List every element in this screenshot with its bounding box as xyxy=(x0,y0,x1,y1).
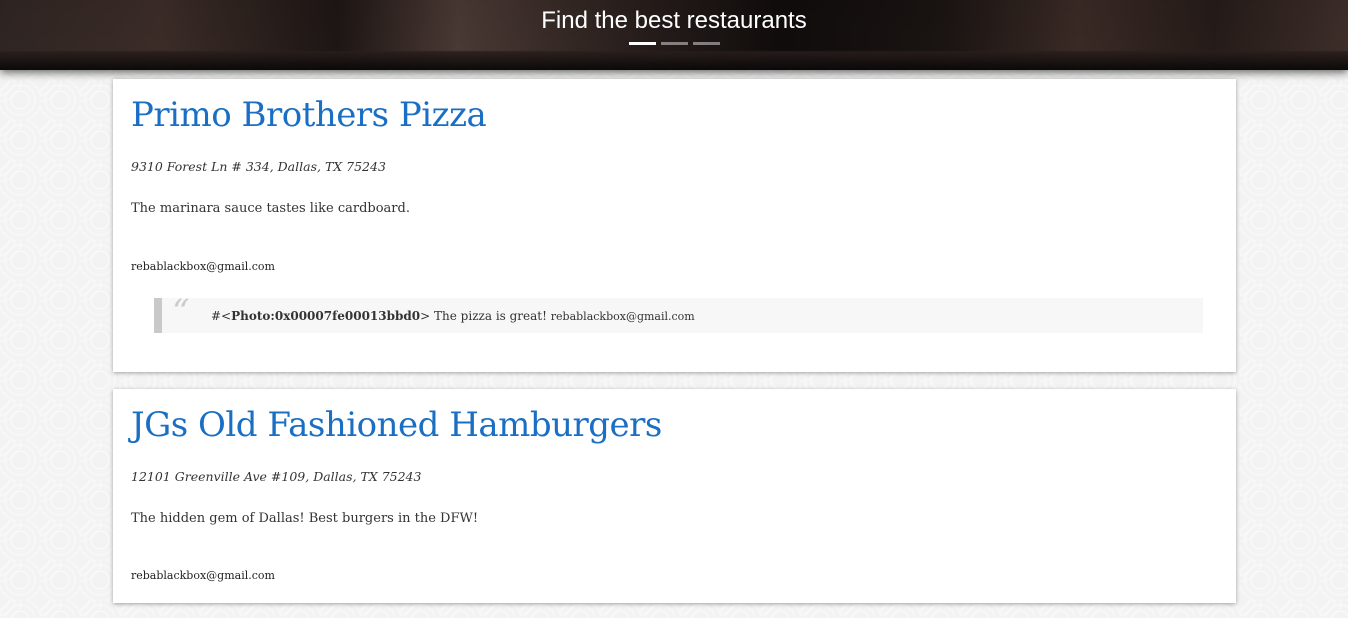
restaurant-address: 9310 Forest Ln # 334, Dallas, TX 75243 xyxy=(131,159,386,174)
comment-body: The pizza is great! xyxy=(430,309,551,323)
reviewer-email: rebablackbox@gmail.com xyxy=(131,569,275,582)
restaurant-name-link[interactable]: JGs Old Fashioned Hamburgers xyxy=(131,405,662,445)
comment-suffix: > xyxy=(420,309,431,323)
hero-banner: Find the best restaurants xyxy=(0,0,1348,70)
quote-icon: “ xyxy=(172,292,190,332)
restaurant-card: JGs Old Fashioned Hamburgers 12101 Green… xyxy=(113,389,1236,603)
restaurant-review: The marinara sauce tastes like cardboard… xyxy=(131,201,410,216)
restaurant-name-link[interactable]: Primo Brothers Pizza xyxy=(131,95,487,135)
restaurant-card: Primo Brothers Pizza 9310 Forest Ln # 33… xyxy=(113,79,1236,372)
comment-text: #<Photo:0x00007fe00013bbd0> The pizza is… xyxy=(211,309,695,323)
carousel-indicator-2[interactable] xyxy=(661,42,688,45)
carousel-indicator-1[interactable] xyxy=(629,42,656,45)
reviewer-email: rebablackbox@gmail.com xyxy=(131,260,275,273)
restaurant-review: The hidden gem of Dallas! Best burgers i… xyxy=(131,511,479,526)
comment-prefix: #< xyxy=(211,309,232,323)
carousel-indicators xyxy=(629,42,720,45)
page-title: Find the best restaurants xyxy=(541,7,807,34)
comment-quote: “ #<Photo:0x00007fe00013bbd0> The pizza … xyxy=(154,292,1203,333)
carousel-indicator-3[interactable] xyxy=(693,42,720,45)
comment-photo-ref: Photo:0x00007fe00013bbd0 xyxy=(231,309,421,323)
restaurant-address: 12101 Greenville Ave #109, Dallas, TX 75… xyxy=(131,469,422,484)
comment-email: rebablackbox@gmail.com xyxy=(550,310,695,323)
